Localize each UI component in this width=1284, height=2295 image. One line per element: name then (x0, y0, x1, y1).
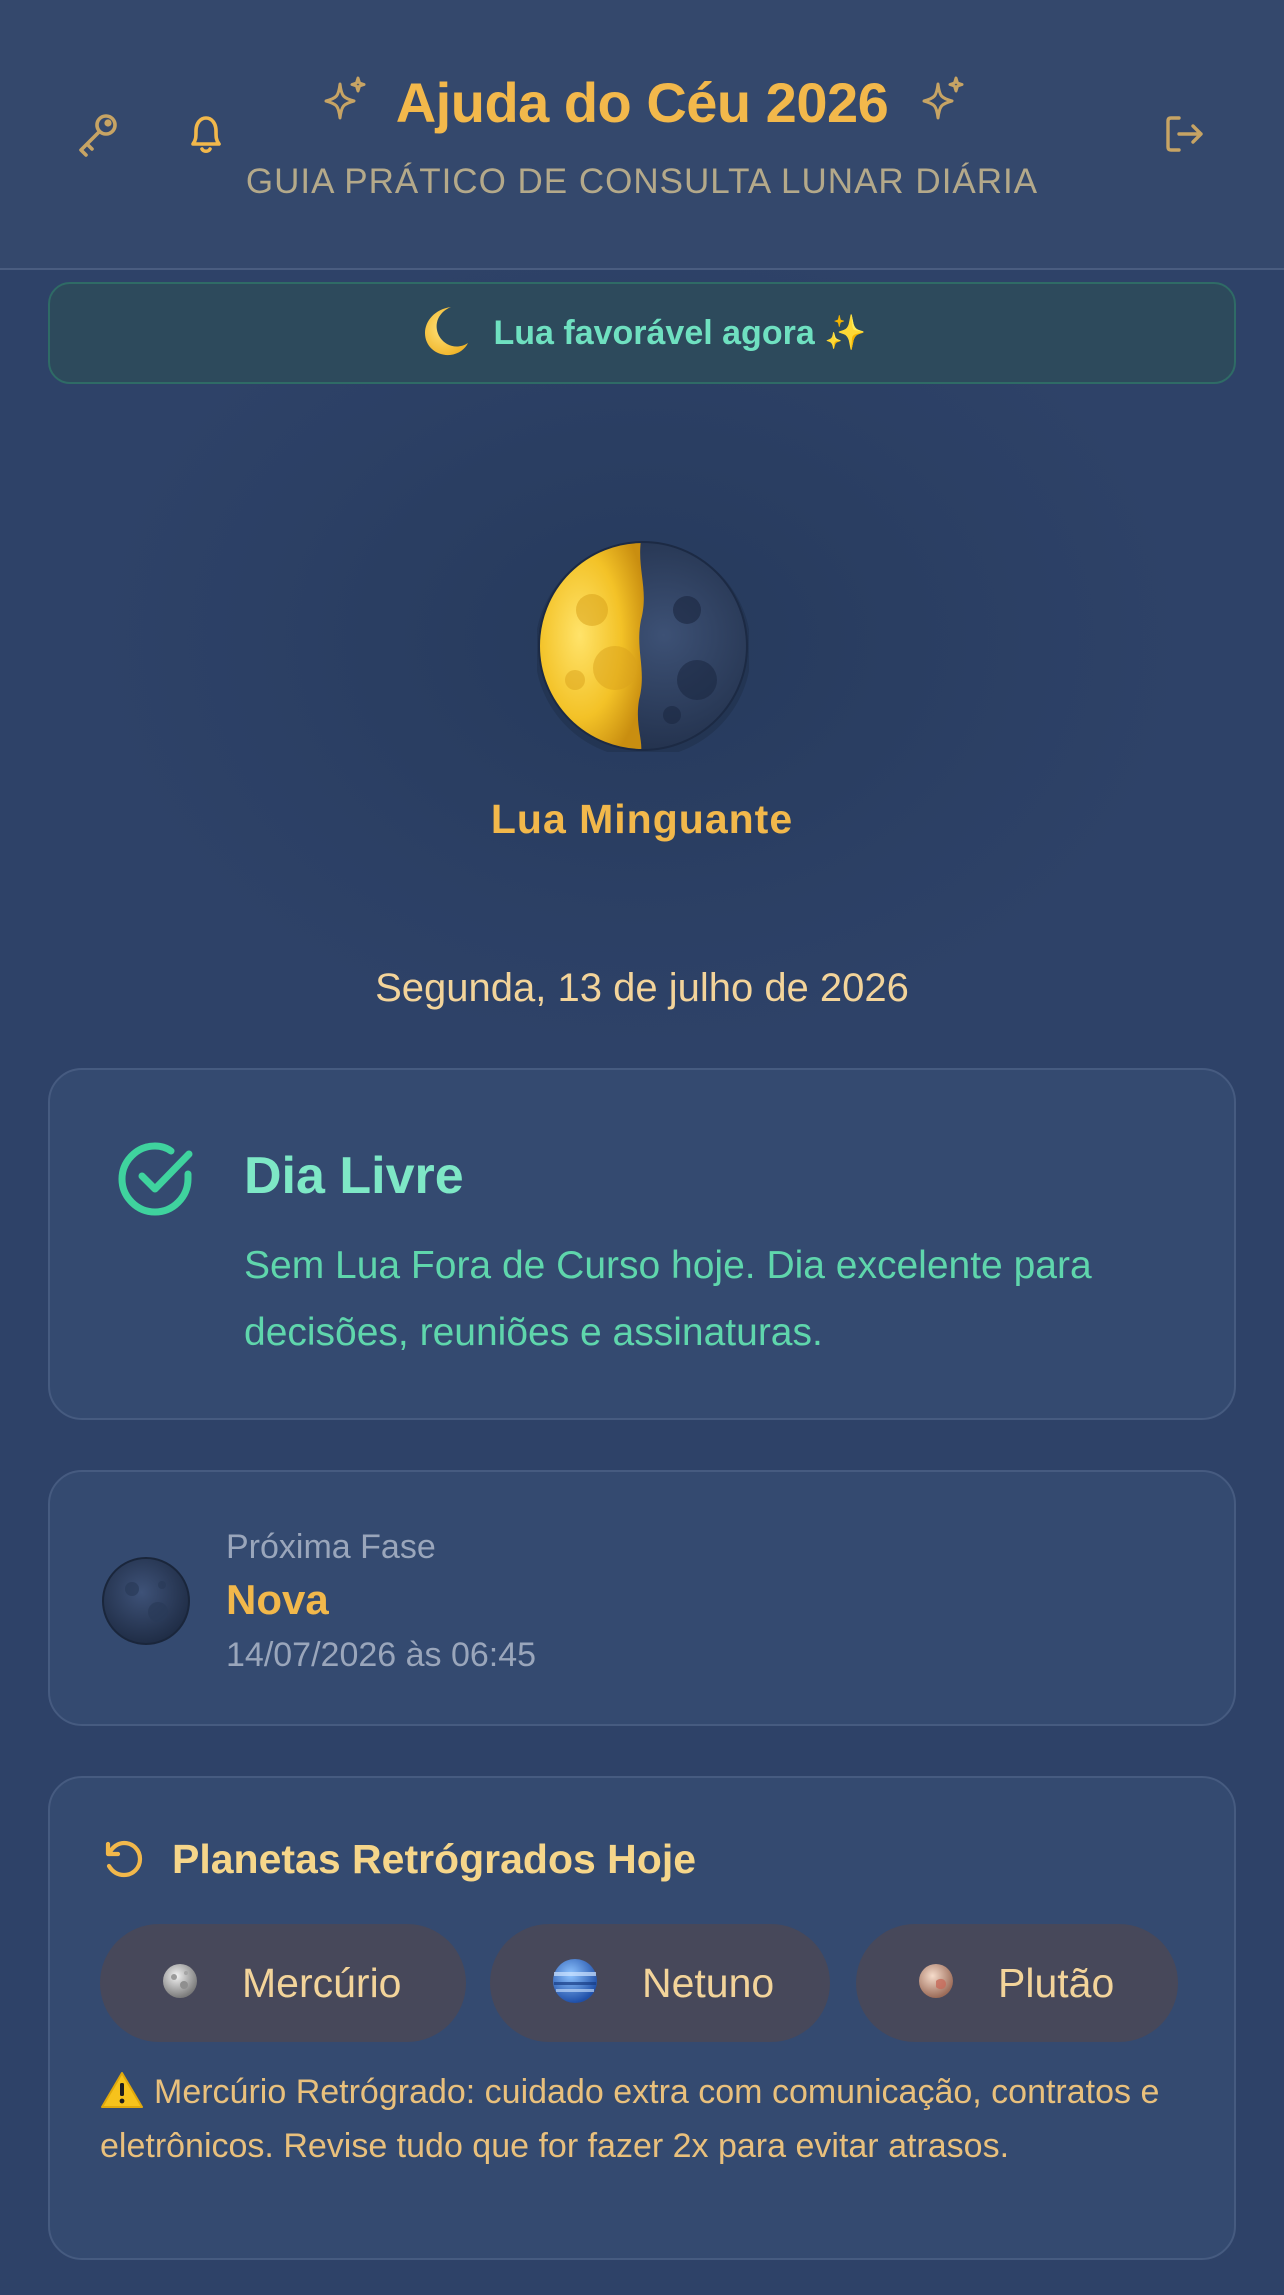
moon-phase-image (535, 540, 751, 758)
planet-name: Mercúrio (242, 1959, 402, 2006)
next-phase-card: Próxima Fase Nova 14/07/2026 às 06:45 (48, 1470, 1236, 1726)
planet-chip-netuno[interactable]: Netuno (490, 1924, 830, 2042)
dia-livre-title: Dia Livre (244, 1147, 464, 1205)
dia-livre-description: Sem Lua Fora de Curso hoje. Dia excelent… (244, 1244, 1092, 1354)
neptune-icon (552, 1958, 598, 2009)
planet-name: Plutão (998, 1959, 1115, 2006)
retrograde-card: Planetas Retrógrados Hoje Mercúrio Netun… (48, 1776, 1236, 2260)
pluto-icon (918, 1963, 954, 2004)
check-circle-icon (112, 1136, 198, 1227)
dia-livre-card: Dia Livre Sem Lua Fora de Curso hoje. Di… (48, 1068, 1236, 1420)
app-subtitle: GUIA PRÁTICO DE CONSULTA LUNAR DIÁRIA (245, 162, 1039, 201)
mercury-icon (162, 1963, 198, 2004)
sparkle-icon (318, 74, 368, 131)
retrograde-warning: Mercúrio Retrógrado: cuidado extra com c… (100, 2068, 1160, 2170)
current-date: Segunda, 13 de julho de 2026 (375, 966, 909, 1010)
banner-text: Lua favorável agora ✨ (493, 314, 867, 352)
crescent-moon-icon (417, 303, 473, 364)
planet-name: Netuno (642, 1959, 775, 2006)
warning-icon (100, 2071, 144, 2122)
moon-phase-name: Lua Minguante (490, 796, 794, 842)
new-moon-icon (102, 1557, 190, 1650)
app-header: Ajuda do Céu 2026 GUIA PRÁTICO DE CONSUL… (0, 0, 1284, 270)
planet-chip-mercurio[interactable]: Mercúrio (100, 1924, 466, 2042)
sparkle-icon (916, 74, 966, 131)
next-phase-label: Próxima Fase (226, 1528, 436, 1566)
title-row: Ajuda do Céu 2026 (0, 70, 1284, 135)
favorable-moon-banner: Lua favorável agora ✨ (48, 282, 1236, 384)
next-phase-name: Nova (226, 1576, 329, 1623)
next-phase-datetime: 14/07/2026 às 06:45 (226, 1636, 537, 1674)
app-title: Ajuda do Céu 2026 (395, 71, 889, 134)
retrograde-title: Planetas Retrógrados Hoje (172, 1836, 697, 1882)
retrograde-warning-text: Mercúrio Retrógrado: cuidado extra com c… (100, 2073, 1160, 2165)
planet-chip-plutao[interactable]: Plutão (856, 1924, 1178, 2042)
rotate-ccw-icon (100, 1836, 146, 1887)
